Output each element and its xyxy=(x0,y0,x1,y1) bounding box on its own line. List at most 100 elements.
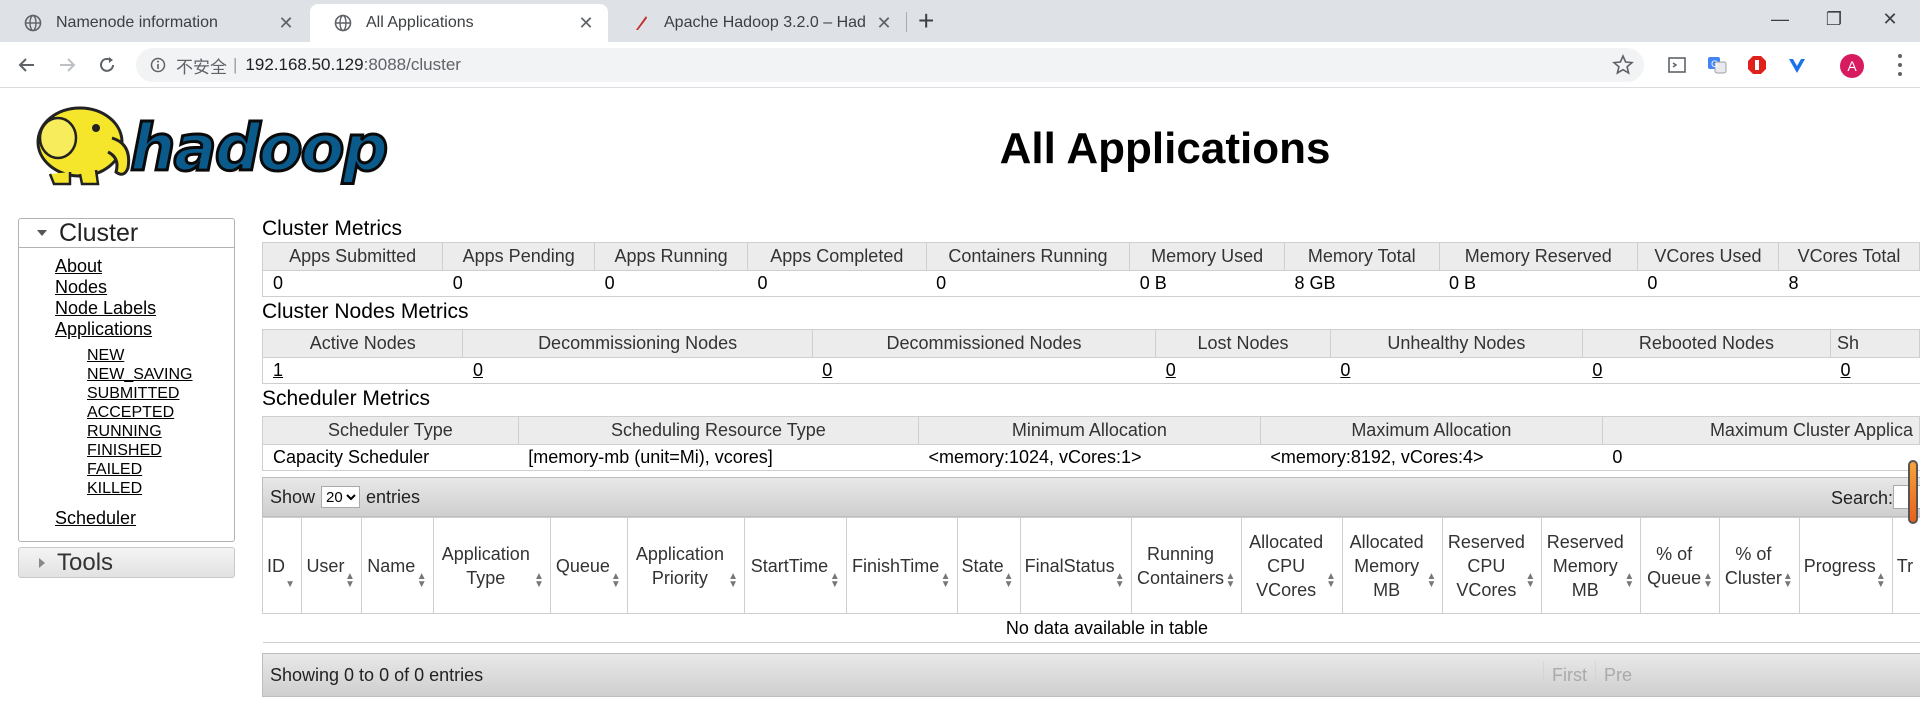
translate-extension-icon[interactable]: G xyxy=(1706,54,1728,76)
url-host: 192.168.50.129 xyxy=(245,55,364,74)
window-close-button[interactable]: ✕ xyxy=(1862,0,1918,38)
rebooted-nodes-link[interactable]: 0 xyxy=(1592,360,1602,380)
forward-button[interactable] xyxy=(52,50,82,80)
entries-label: entries xyxy=(366,486,421,507)
sort-icon: ▲ ▼ xyxy=(610,571,621,590)
avatar[interactable]: A xyxy=(1840,54,1864,78)
column-header: Apps Pending xyxy=(442,242,596,271)
page-size-select[interactable]: 20 xyxy=(321,486,361,508)
tools-nav-label: Tools xyxy=(57,548,114,576)
column-header-application-priority[interactable]: Application Priority ▲ ▼ xyxy=(626,517,746,614)
lost-nodes-link[interactable]: 0 xyxy=(1166,360,1176,380)
previous-page-button[interactable]: Pre xyxy=(1595,660,1640,690)
metric-value: 0 B xyxy=(1439,270,1638,297)
column-header-application-type[interactable]: Application Type ▲ ▼ xyxy=(432,517,551,614)
bookmark-star-icon[interactable] xyxy=(1612,53,1634,76)
apache-feather-icon xyxy=(632,14,650,32)
cluster-nav-header[interactable]: Cluster xyxy=(19,219,234,248)
column-header: Scheduling Resource Type xyxy=(517,416,919,445)
back-button[interactable] xyxy=(12,50,42,80)
column-header-queue[interactable]: Queue ▲ ▼ xyxy=(549,517,628,614)
sort-icon: ▲ ▼ xyxy=(1426,571,1437,590)
sidebar-item-applications[interactable]: Applications xyxy=(55,319,152,340)
column-header-starttime[interactable]: StartTime ▲ ▼ xyxy=(744,517,847,614)
sort-desc-icon: ▼ xyxy=(285,579,295,590)
search-label: Search: xyxy=(1831,488,1894,508)
sort-icon: ▲ ▼ xyxy=(1703,571,1713,590)
address-bar[interactable]: 不安全 | 192.168.50.129 :8088/cluster xyxy=(136,48,1644,82)
column-header: VCores Used xyxy=(1636,242,1780,271)
kebab-menu-icon[interactable] xyxy=(1896,54,1904,76)
table-row: No data available in table xyxy=(262,613,1920,643)
column-header-progress[interactable]: Progress ▲ ▼ xyxy=(1798,517,1893,614)
new-tab-button[interactable]: + xyxy=(918,6,934,36)
sidebar-item-node-labels[interactable]: Node Labels xyxy=(55,298,156,319)
column-header-id[interactable]: ID ▼ xyxy=(262,517,302,614)
adblock-extension-icon[interactable] xyxy=(1746,54,1768,76)
first-page-button[interactable]: First xyxy=(1543,660,1595,690)
applications-table: ID ▼ User ▲ ▼ Name ▲ ▼ Application Type ▲ ▼ Que… xyxy=(262,517,1920,643)
column-header: Apps Submitted xyxy=(261,242,444,271)
scheduler-metrics-table: Scheduler Type Scheduling Resource Type … xyxy=(262,416,1920,471)
column-header-allocated-memory-mb[interactable]: Allocated Memory MB ▲ ▼ xyxy=(1341,517,1444,614)
column-header-finishtime[interactable]: FinishTime ▲ ▼ xyxy=(845,517,958,614)
apps-table-footer: Showing 0 to 0 of 0 entries First Pre xyxy=(262,653,1920,697)
sidebar-item-finished[interactable]: FINISHED xyxy=(87,441,162,460)
column-header-allocated-cpu-vcores[interactable]: Allocated CPU VCores ▲ ▼ xyxy=(1241,517,1343,614)
sidebar-item-submitted[interactable]: SUBMITTED xyxy=(87,384,179,403)
column-header-name[interactable]: Name ▲ ▼ xyxy=(360,517,434,614)
metric-value: 0 xyxy=(442,270,595,297)
active-nodes-link[interactable]: 1 xyxy=(273,360,283,380)
sort-icon: ▲ ▼ xyxy=(345,571,355,590)
tab-apache-hadoop[interactable]: Apache Hadoop 3.2.0 – Hadoop ✕ xyxy=(608,4,906,42)
reload-button[interactable] xyxy=(92,50,122,80)
column-header-tracking-ui[interactable]: Tr xyxy=(1891,517,1920,614)
svg-text:G: G xyxy=(1711,60,1718,70)
column-header: Containers Running xyxy=(925,242,1131,271)
decommissioning-nodes-link[interactable]: 0 xyxy=(473,360,483,380)
column-header-running-containers[interactable]: Running Containers ▲ ▼ xyxy=(1130,517,1243,614)
column-header-reserved-memory-mb[interactable]: Reserved Memory MB ▲ ▼ xyxy=(1541,517,1642,614)
column-header-reserved-cpu-vcores[interactable]: Reserved CPU VCores ▲ ▼ xyxy=(1442,517,1543,614)
column-header: Apps Running xyxy=(594,242,748,271)
tab-all-applications[interactable]: All Applications ✕ xyxy=(310,4,608,42)
sort-icon: ▲ ▼ xyxy=(534,571,544,590)
tab-title: Namenode information xyxy=(56,14,218,31)
maximize-button[interactable]: ❐ xyxy=(1806,0,1862,38)
column-header-user[interactable]: User ▲ ▼ xyxy=(301,517,362,614)
minimize-button[interactable]: — xyxy=(1752,0,1808,38)
terminal-extension-icon[interactable] xyxy=(1666,54,1688,76)
sidebar-item-scheduler[interactable]: Scheduler xyxy=(55,508,136,529)
column-header-percent-of-queue[interactable]: % of Queue ▲ ▼ xyxy=(1640,517,1720,614)
sidebar-item-about[interactable]: About xyxy=(55,256,102,277)
sidebar-item-nodes[interactable]: Nodes xyxy=(55,277,107,298)
sidebar-item-killed[interactable]: KILLED xyxy=(87,479,142,498)
sidebar-item-accepted[interactable]: ACCEPTED xyxy=(87,403,174,422)
close-icon[interactable]: ✕ xyxy=(276,13,296,34)
cluster-nav-label: Cluster xyxy=(59,218,139,247)
sidebar-item-failed[interactable]: FAILED xyxy=(87,460,142,479)
metric-value: 0 xyxy=(926,270,1130,297)
tools-nav-header[interactable]: Tools xyxy=(18,547,235,578)
close-icon[interactable]: ✕ xyxy=(576,13,596,34)
metric-value: 0 xyxy=(594,270,748,297)
vpn-extension-icon[interactable] xyxy=(1786,54,1808,76)
sort-icon: ▲ ▼ xyxy=(1325,571,1336,590)
decommissioned-nodes-link[interactable]: 0 xyxy=(822,360,832,380)
horizontal-scroll-handle[interactable] xyxy=(1908,460,1918,524)
sidebar-item-new[interactable]: NEW xyxy=(87,346,124,365)
arrow-right-icon xyxy=(60,58,76,72)
sidebar-item-running[interactable]: RUNNING xyxy=(87,422,162,441)
cluster-metrics-title: Cluster Metrics xyxy=(262,217,403,240)
close-icon[interactable]: ✕ xyxy=(874,13,894,34)
column-header: Decommissioning Nodes xyxy=(462,329,813,358)
tab-namenode-information[interactable]: Namenode information ✕ xyxy=(0,4,308,42)
shutdown-nodes-link[interactable]: 0 xyxy=(1840,360,1850,380)
table-info: Showing 0 to 0 of 0 entries xyxy=(270,664,484,685)
column-header: VCores Total xyxy=(1778,242,1920,271)
sidebar-item-new-saving[interactable]: NEW_SAVING xyxy=(87,365,193,384)
column-header-state[interactable]: State ▲ ▼ xyxy=(956,517,1021,614)
column-header-finalstatus[interactable]: FinalStatus ▲ ▼ xyxy=(1019,517,1132,614)
column-header-percent-of-cluster[interactable]: % of Cluster ▲ ▼ xyxy=(1718,517,1800,614)
unhealthy-nodes-link[interactable]: 0 xyxy=(1340,360,1350,380)
